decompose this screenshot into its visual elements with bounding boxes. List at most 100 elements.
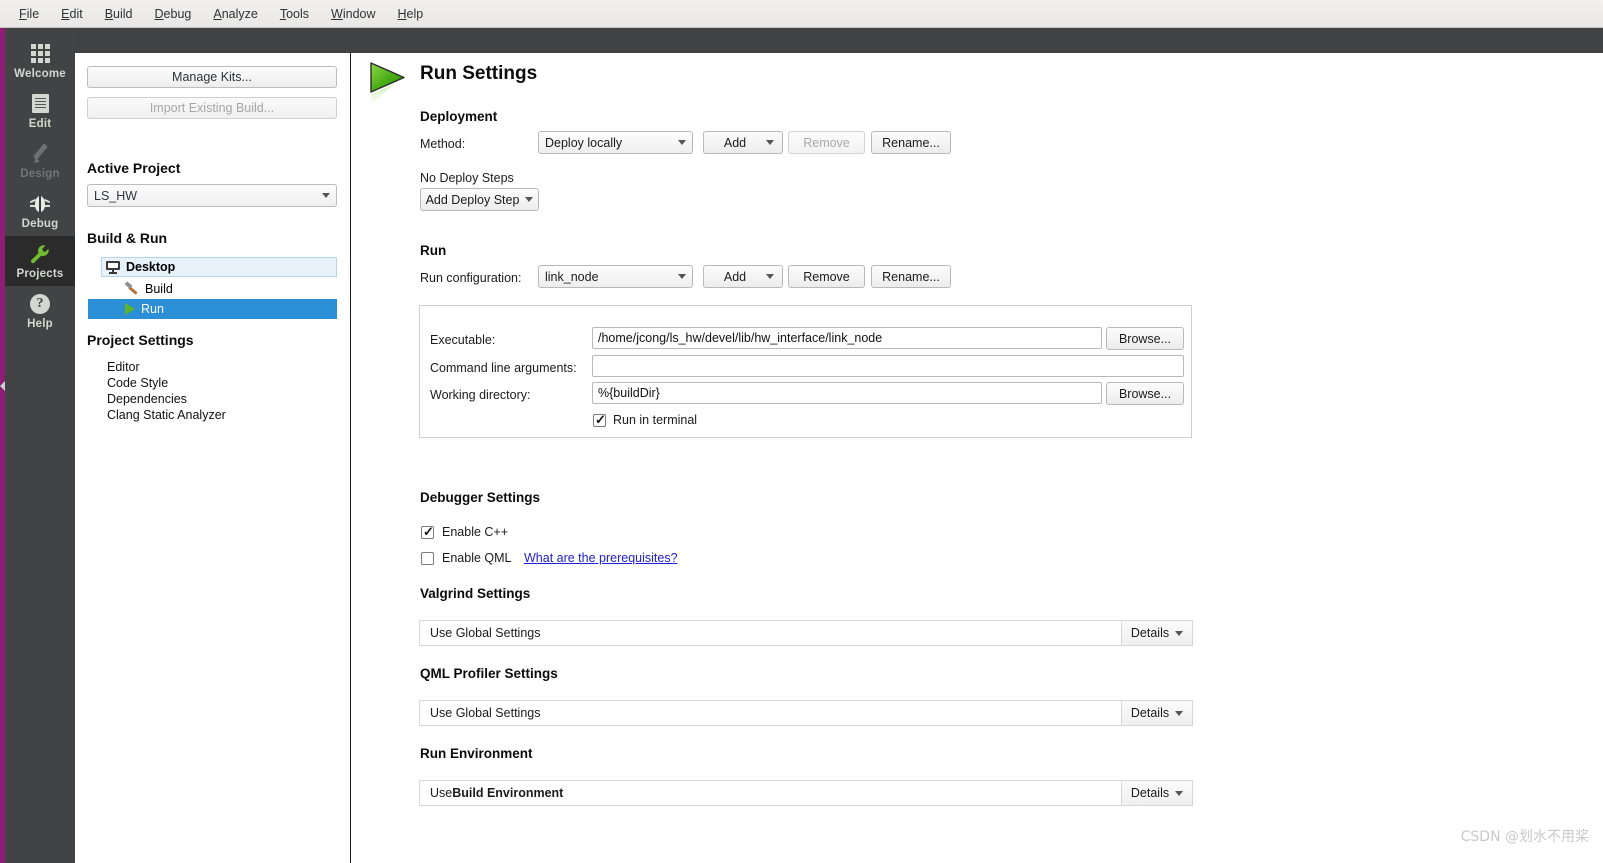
run-in-terminal-checkbox[interactable] <box>593 412 606 428</box>
mode-selector-bar: Welcome Edit Design Debug Projects ? Hel… <box>5 28 75 863</box>
active-project-select[interactable]: LS_HW <box>87 184 337 207</box>
working-directory-label: Working directory: <box>430 388 531 402</box>
run-add-button[interactable]: Add <box>703 265 783 288</box>
play-icon <box>125 303 135 315</box>
no-deploy-steps-label: No Deploy Steps <box>420 171 514 185</box>
run-in-terminal-label: Run in terminal <box>613 413 698 427</box>
sidebar-item-clang-static-analyzer[interactable]: Clang Static Analyzer <box>107 408 226 422</box>
menu-item-build[interactable]: Build <box>94 3 144 25</box>
mode-item-help[interactable]: ? Help <box>5 286 75 336</box>
tree-item-build[interactable]: Build <box>101 279 337 299</box>
valgrind-details-label: Details <box>1130 626 1170 640</box>
question-icon: ? <box>29 293 51 315</box>
active-project-value: LS_HW <box>94 188 138 203</box>
mode-label-debug: Debug <box>21 217 59 230</box>
command-line-arguments-input[interactable] <box>592 355 1184 377</box>
working-directory-input[interactable]: %{buildDir} <box>592 382 1102 404</box>
document-icon <box>29 93 51 115</box>
monitor-icon <box>106 261 120 274</box>
run-configuration-select[interactable]: link_node <box>538 265 693 288</box>
top-dark-strip <box>0 28 1603 53</box>
watermark: CSDN @划水不用桨 <box>1460 829 1589 845</box>
deployment-method-select[interactable]: Deploy locally <box>538 131 693 154</box>
deployment-add-label: Add <box>723 135 747 150</box>
run-rename-button[interactable]: Rename... <box>871 265 951 288</box>
add-deploy-step-button[interactable]: Add Deploy Step <box>420 188 539 211</box>
mode-item-edit[interactable]: Edit <box>5 86 75 136</box>
run-environment-details-label: Details <box>1130 786 1170 800</box>
run-settings-page: Run Settings Deployment Method: Deploy l… <box>352 53 1603 863</box>
mode-label-edit: Edit <box>28 117 52 130</box>
mode-item-debug[interactable]: Debug <box>5 186 75 236</box>
executable-browse-button[interactable]: Browse... <box>1106 327 1184 350</box>
bug-icon <box>29 193 51 215</box>
pencil-icon <box>29 143 51 165</box>
mode-item-design: Design <box>5 136 75 186</box>
run-environment-details-button[interactable]: Details <box>1121 780 1193 806</box>
sidebar-item-code-style[interactable]: Code Style <box>107 376 168 390</box>
mode-item-welcome[interactable]: Welcome <box>5 36 75 86</box>
valgrind-details-button[interactable]: Details <box>1121 620 1193 646</box>
working-directory-browse-button[interactable]: Browse... <box>1106 382 1184 405</box>
menu-item-file[interactable]: File <box>8 3 50 25</box>
add-deploy-step-label: Add Deploy Step <box>425 192 520 207</box>
run-add-label: Add <box>723 269 747 284</box>
manage-kits-button[interactable]: Manage Kits... <box>87 66 337 88</box>
chevron-down-icon <box>525 197 534 202</box>
run-environment-heading: Run Environment <box>420 746 533 761</box>
qml-profiler-settings-value: Use Global Settings <box>419 700 1121 726</box>
menu-item-window[interactable]: Window <box>320 3 386 25</box>
prerequisites-link[interactable]: What are the prerequisites? <box>524 551 678 565</box>
deployment-rename-button[interactable]: Rename... <box>871 131 951 154</box>
qml-profiler-settings-row: Use Global Settings Details <box>419 700 1193 726</box>
run-configuration-label: Run configuration: <box>420 271 522 285</box>
valgrind-settings-heading: Valgrind Settings <box>420 586 531 601</box>
run-remove-button[interactable]: Remove <box>788 265 865 288</box>
green-play-icon <box>368 61 410 107</box>
run-environment-value: Use Build Environment <box>419 780 1121 806</box>
tree-item-run[interactable]: Run <box>88 299 337 319</box>
sidebar-item-dependencies[interactable]: Dependencies <box>107 392 187 406</box>
project-sidebar: Manage Kits... Import Existing Build... … <box>75 53 351 863</box>
menu-item-analyze[interactable]: Analyze <box>202 3 268 25</box>
menu-item-help[interactable]: Help <box>387 3 435 25</box>
qml-profiler-settings-heading: QML Profiler Settings <box>420 666 558 681</box>
deployment-method-value: Deploy locally <box>545 135 623 150</box>
run-environment-row: Use Build Environment Details <box>419 780 1193 806</box>
import-existing-build-button: Import Existing Build... <box>87 97 337 119</box>
tree-item-label-desktop: Desktop <box>126 260 176 274</box>
mode-label-projects: Projects <box>16 267 64 280</box>
debugger-settings-heading: Debugger Settings <box>420 490 541 505</box>
menu-item-debug[interactable]: Debug <box>144 3 203 25</box>
active-project-heading: Active Project <box>87 160 181 176</box>
enable-qml-checkbox[interactable] <box>421 552 434 565</box>
hammer-icon <box>124 281 139 296</box>
valgrind-settings-value: Use Global Settings <box>419 620 1121 646</box>
sidebar-item-editor[interactable]: Editor <box>107 360 140 374</box>
chevron-down-icon <box>1175 790 1184 796</box>
run-environment-value-strong: Build Environment <box>452 786 564 800</box>
chevron-down-icon <box>766 140 774 145</box>
tree-item-label-build: Build <box>145 282 173 296</box>
project-settings-heading: Project Settings <box>87 332 194 348</box>
enable-cpp-label: Enable C++ <box>442 525 509 539</box>
deployment-add-button[interactable]: Add <box>703 131 783 154</box>
mode-label-help: Help <box>27 317 53 330</box>
mode-item-projects[interactable]: Projects <box>5 236 75 286</box>
command-line-arguments-label: Command line arguments: <box>430 361 577 375</box>
chevron-down-icon <box>678 274 686 279</box>
deployment-method-label: Method: <box>420 137 466 151</box>
chevron-down-icon <box>322 193 330 198</box>
grid-icon <box>29 43 51 65</box>
tree-item-label-run: Run <box>141 302 164 316</box>
enable-cpp-checkbox[interactable] <box>421 524 434 540</box>
run-configuration-value: link_node <box>545 269 599 284</box>
build-and-run-heading: Build & Run <box>87 230 168 246</box>
menu-item-tools[interactable]: Tools <box>269 3 320 25</box>
executable-input[interactable]: /home/jcong/ls_hw/devel/lib/hw_interface… <box>592 327 1102 349</box>
tree-item-desktop-kit[interactable]: Desktop <box>101 257 337 277</box>
run-heading: Run <box>420 243 447 258</box>
menu-item-edit[interactable]: Edit <box>50 3 94 25</box>
chevron-down-icon <box>678 140 686 145</box>
qml-profiler-details-button[interactable]: Details <box>1121 700 1193 726</box>
